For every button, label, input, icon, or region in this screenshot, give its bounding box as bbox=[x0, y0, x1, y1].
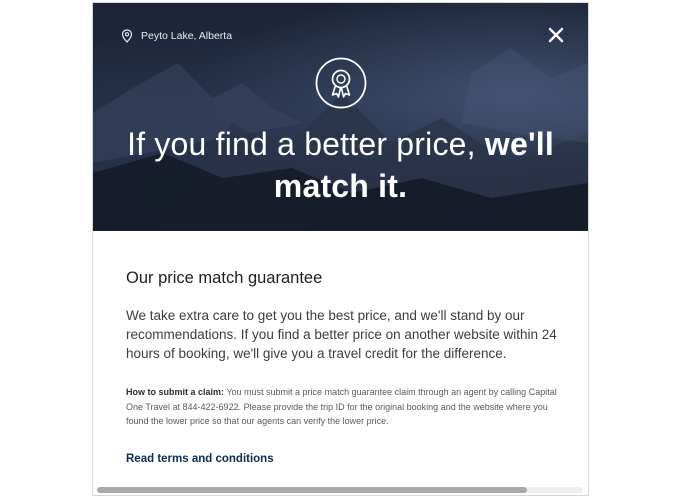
headline-bold-2: match it. bbox=[273, 168, 408, 204]
claim-label: How to submit a claim: bbox=[126, 387, 225, 397]
award-ribbon-icon bbox=[315, 57, 367, 109]
section-title: Our price match guarantee bbox=[126, 269, 323, 287]
horizontal-scrollbar[interactable] bbox=[97, 487, 583, 493]
map-pin-icon bbox=[121, 29, 133, 43]
headline-bold-1: we'll bbox=[484, 126, 554, 162]
hero-banner: Peyto Lake, Alberta If you find a better… bbox=[93, 3, 588, 231]
scrollbar-thumb[interactable] bbox=[97, 487, 527, 493]
location-label: Peyto Lake, Alberta bbox=[121, 29, 232, 43]
headline-regular: If you find a better price, bbox=[127, 126, 485, 162]
price-match-modal: Peyto Lake, Alberta If you find a better… bbox=[92, 2, 589, 496]
claim-instructions: How to submit a claim: You must submit a… bbox=[126, 385, 566, 429]
terms-and-conditions-link[interactable]: Read terms and conditions bbox=[126, 453, 274, 465]
guarantee-description: We take extra care to get you the best p… bbox=[126, 308, 557, 361]
modal-content: Our price match guarantee We take extra … bbox=[126, 269, 566, 467]
close-icon[interactable] bbox=[546, 25, 566, 45]
location-text: Peyto Lake, Alberta bbox=[141, 30, 233, 42]
hero-headline: If you find a better price, we'll match … bbox=[93, 123, 588, 207]
